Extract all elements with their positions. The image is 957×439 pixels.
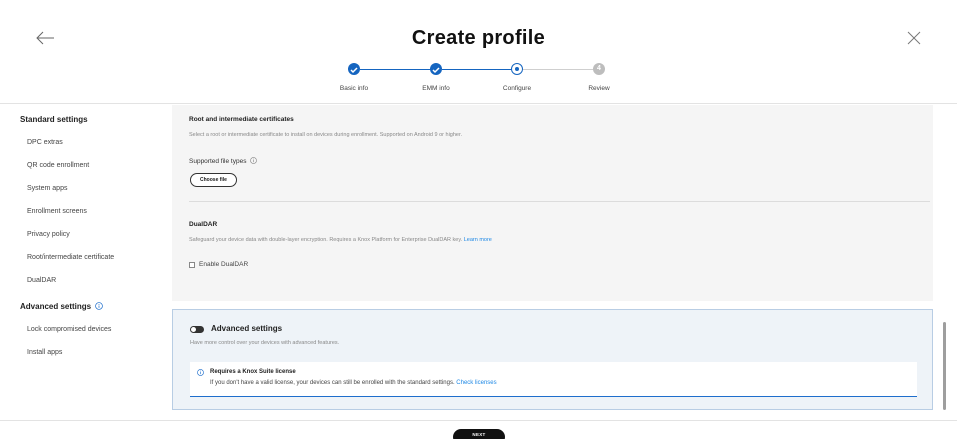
step-label-review: Review bbox=[588, 85, 610, 92]
license-notice-body: If you don't have a valid license, your … bbox=[210, 380, 455, 386]
step-label-emm-info: EMM info bbox=[422, 85, 450, 92]
step-emm-info-dot bbox=[430, 63, 442, 75]
dualdar-description: Safeguard your device data with double-l… bbox=[189, 237, 492, 243]
advanced-settings-description: Have more control over your devices with… bbox=[190, 340, 340, 346]
next-button[interactable]: NEXT bbox=[453, 429, 505, 439]
step-label-basic-info: Basic info bbox=[339, 85, 369, 92]
scrollbar[interactable] bbox=[943, 322, 946, 410]
checkmark-icon bbox=[350, 67, 358, 74]
step-review-dot: 4 bbox=[593, 63, 605, 75]
license-notice-title: Requires a Knox Suite license bbox=[210, 369, 296, 375]
supported-file-types-label: Supported file types bbox=[189, 158, 247, 165]
advanced-settings-toggle[interactable] bbox=[190, 326, 204, 333]
step-label-configure: Configure bbox=[502, 85, 532, 92]
sidebar-item-dpc-extras[interactable]: DPC extras bbox=[27, 139, 63, 146]
checkmark-icon bbox=[432, 67, 440, 74]
sidebar-item-privacy-policy[interactable]: Privacy policy bbox=[27, 231, 70, 238]
sidebar-item-lock-compromised-devices[interactable]: Lock compromised devices bbox=[27, 326, 111, 333]
sidebar-item-enrollment-screens[interactable]: Enrollment screens bbox=[27, 208, 87, 215]
sidebar-item-install-apps[interactable]: Install apps bbox=[27, 349, 62, 356]
sidebar-heading-advanced-label: Advanced settings bbox=[20, 302, 92, 311]
info-icon[interactable] bbox=[95, 302, 104, 310]
choose-file-button[interactable]: Choose file bbox=[190, 173, 237, 187]
certificates-title: Root and intermediate certificates bbox=[189, 116, 294, 123]
divider bbox=[189, 201, 930, 202]
advanced-settings-title: Advanced settings bbox=[211, 324, 283, 333]
page-title: Create profile bbox=[411, 27, 546, 49]
step-basic-info-dot bbox=[348, 63, 360, 75]
step-connector bbox=[360, 69, 436, 70]
sidebar-item-qr-code-enrollment[interactable]: QR code enrollment bbox=[27, 162, 89, 169]
close-icon bbox=[907, 31, 921, 45]
dualdar-title: DualDAR bbox=[189, 221, 218, 228]
check-licenses-link[interactable]: Check licenses bbox=[456, 380, 496, 386]
standard-settings-panel: Root and intermediate certificates Selec… bbox=[172, 105, 933, 301]
certificates-description: Select a root or intermediate certificat… bbox=[189, 132, 463, 138]
stepper: 4 Basic info EMM info Configure Review bbox=[330, 62, 620, 98]
learn-more-link[interactable]: Learn more bbox=[464, 237, 492, 243]
advanced-settings-panel: Advanced settings Have more control over… bbox=[172, 309, 933, 410]
checkbox-box[interactable] bbox=[189, 261, 195, 268]
sidebar-item-system-apps[interactable]: System apps bbox=[27, 185, 67, 192]
footer-divider bbox=[0, 420, 957, 421]
sidebar-heading-advanced[interactable]: Advanced settings bbox=[20, 302, 104, 311]
license-notice: Requires a Knox Suite license If you don… bbox=[190, 362, 917, 397]
sidebar: Standard settings DPC extras QR code enr… bbox=[0, 105, 162, 420]
info-icon[interactable] bbox=[250, 157, 258, 164]
header: Create profile 4 Basic info EMM info Con… bbox=[0, 0, 957, 104]
license-notice-text: If you don't have a valid license, your … bbox=[210, 380, 497, 386]
step-configure-dot bbox=[511, 63, 523, 75]
enable-dualdar-label: Enable DualDAR bbox=[199, 261, 249, 268]
close-button[interactable] bbox=[907, 31, 921, 45]
sidebar-item-root-certificate[interactable]: Root/intermediate certificate bbox=[27, 254, 114, 261]
sidebar-heading-standard[interactable]: Standard settings bbox=[20, 115, 88, 124]
sidebar-item-dualdar[interactable]: DualDAR bbox=[27, 277, 56, 284]
info-icon bbox=[197, 369, 204, 376]
enable-dualdar-checkbox[interactable]: Enable DualDAR bbox=[189, 261, 248, 268]
dualdar-description-text: Safeguard your device data with double-l… bbox=[189, 237, 463, 243]
supported-file-types: Supported file types bbox=[189, 157, 258, 165]
step-connector bbox=[523, 69, 599, 70]
step-connector bbox=[442, 69, 518, 70]
